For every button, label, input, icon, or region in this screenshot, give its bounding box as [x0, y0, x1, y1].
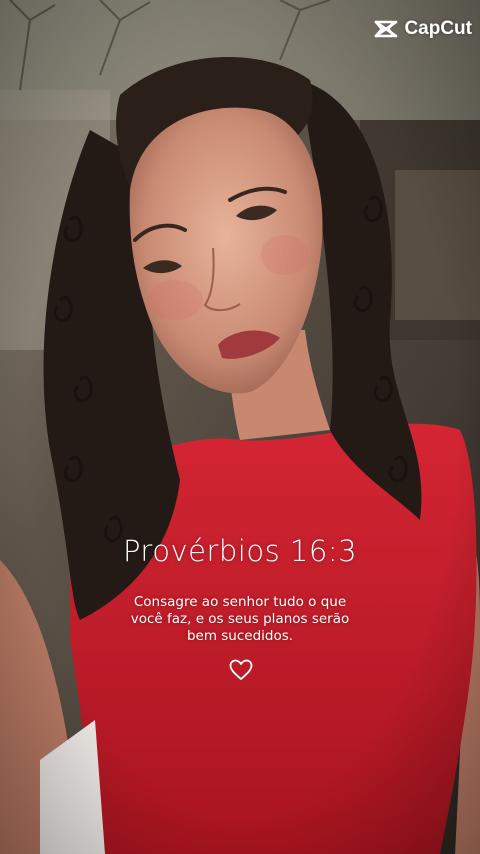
verse-text: Consagre ao senhor tudo o que você faz, … [110, 594, 370, 645]
capcut-watermark: CapCut [374, 18, 472, 40]
verse-line: bem sucedidos. [186, 628, 294, 644]
watermark-brand: CapCut [404, 18, 472, 39]
verse-line: você faz, e os seus planos serão [130, 611, 350, 627]
verse-reference: Provérbios 16:3 [122, 534, 358, 568]
capcut-logo-icon [375, 20, 398, 38]
story-frame: CapCut Provérbios 16:3 Consagre ao senho… [0, 0, 480, 854]
verse-line: Consagre ao senhor tudo o que [133, 594, 347, 610]
heart-outline-icon [229, 659, 253, 680]
selfie-photo [0, 0, 480, 854]
